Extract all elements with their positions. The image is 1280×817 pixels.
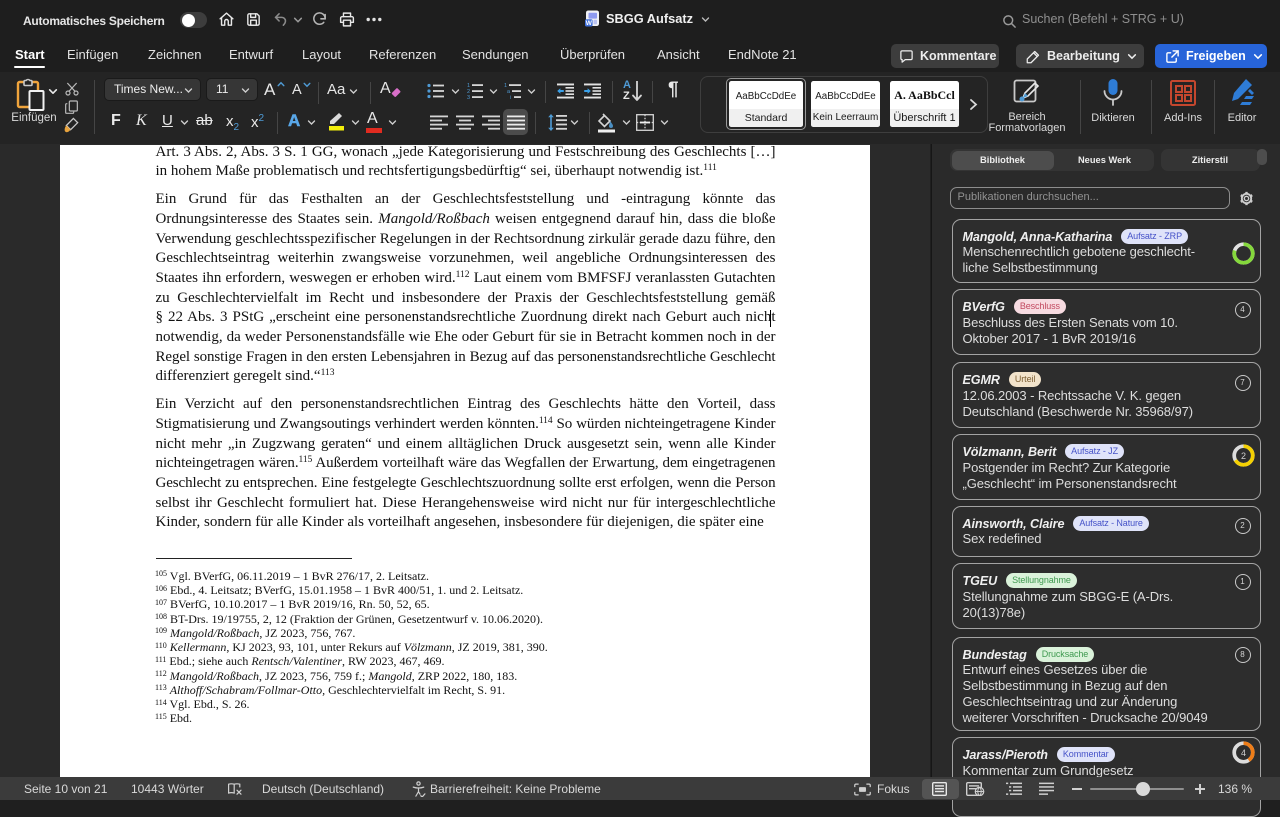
svg-text:W: W bbox=[586, 20, 593, 27]
svg-text:4: 4 bbox=[1240, 747, 1245, 757]
svg-text:2: 2 bbox=[1240, 451, 1245, 461]
svg-text:3: 3 bbox=[467, 95, 470, 100]
svg-text:i: i bbox=[510, 95, 511, 100]
